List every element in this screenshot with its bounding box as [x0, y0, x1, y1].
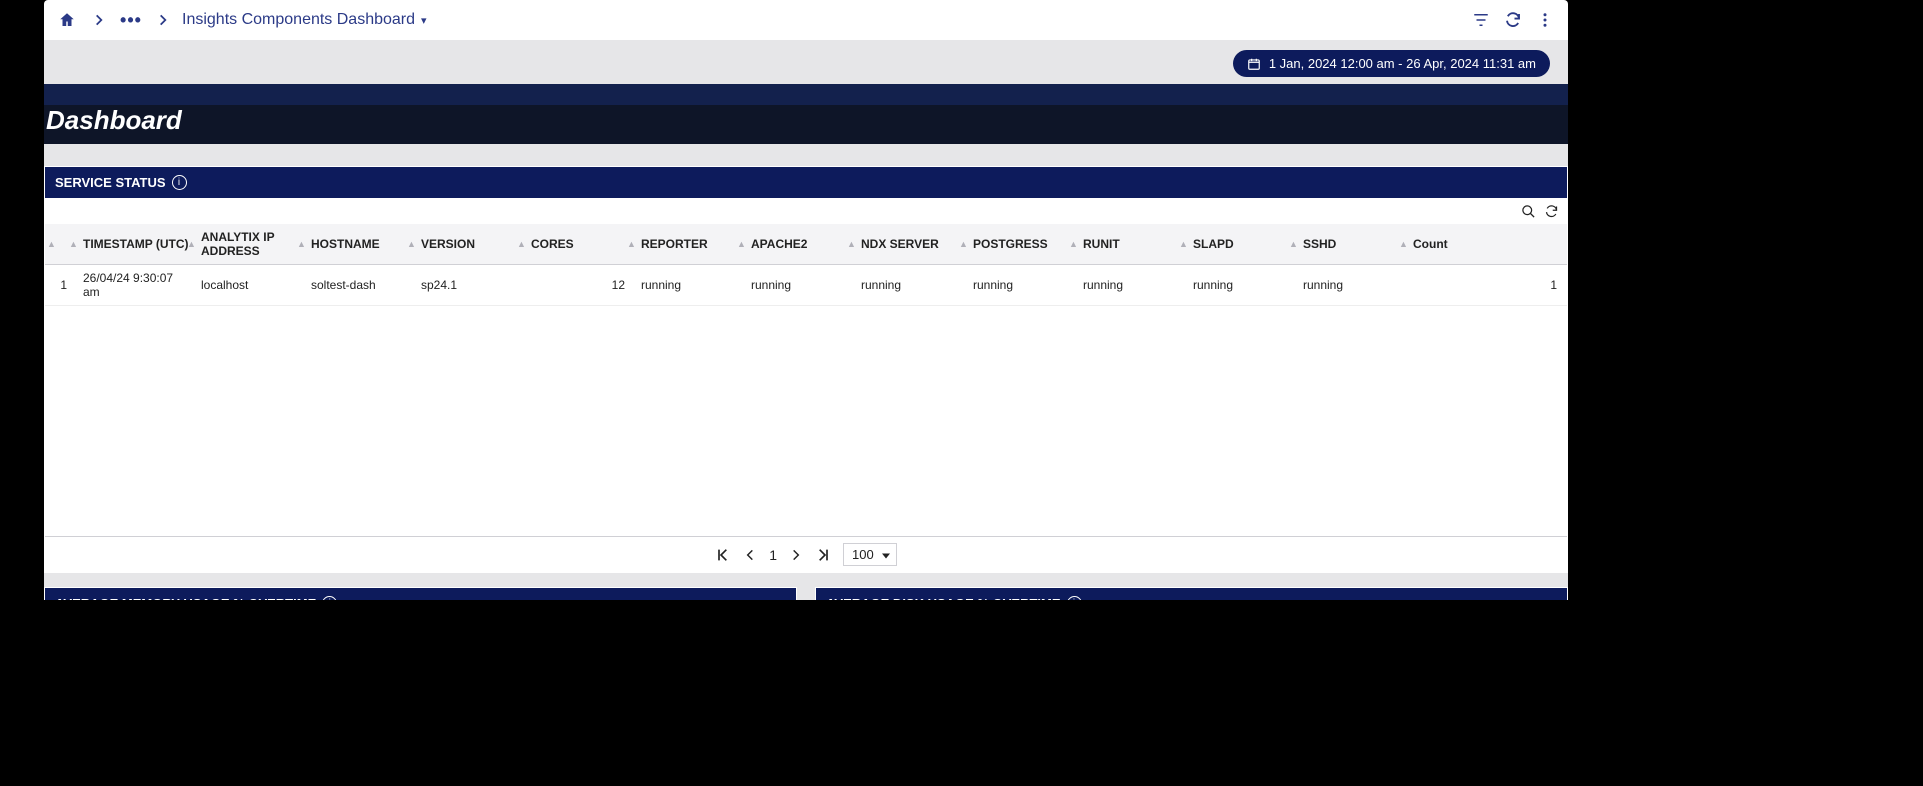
service-status-panel: SERVICE STATUS i [44, 166, 1568, 573]
col-postgress[interactable]: ▲POSTGRESS [967, 224, 1077, 265]
breadcrumb-bar: ••• Insights Components Dashboard ▾ [44, 0, 1568, 40]
memory-usage-header: AVERAGE MEMORY USAGE % OVERTIME i [45, 588, 796, 600]
table-empty-area [45, 306, 1567, 536]
cell-apache2: running [745, 265, 855, 306]
cell-runit: running [1077, 265, 1187, 306]
table-toolbar [45, 198, 1567, 224]
col-sshd[interactable]: ▲SSHD [1297, 224, 1407, 265]
date-range-picker[interactable]: 1 Jan, 2024 12:00 am - 26 Apr, 2024 11:3… [1233, 50, 1550, 77]
cell-sshd: running [1297, 265, 1407, 306]
cell-ndx: running [855, 265, 967, 306]
app-frame: ••• Insights Components Dashboard ▾ 1 Ja… [44, 0, 1568, 600]
page-prev-icon[interactable] [743, 548, 757, 562]
cell-slapd: running [1187, 265, 1297, 306]
service-status-table: ▲ ▲TIMESTAMP (UTC) ▲ANALYTIX IP ADDRESS … [45, 224, 1567, 306]
chevron-right-icon [150, 7, 176, 33]
cell-cores: 12 [525, 265, 635, 306]
search-icon[interactable] [1521, 204, 1536, 219]
breadcrumb-title[interactable]: Insights Components Dashboard ▾ [182, 11, 427, 29]
refresh-icon[interactable] [1500, 7, 1526, 33]
info-icon[interactable]: i [322, 596, 337, 600]
cell-version: sp24.1 [415, 265, 525, 306]
col-ip[interactable]: ▲ANALYTIX IP ADDRESS [195, 224, 305, 265]
col-apache2[interactable]: ▲APACHE2 [745, 224, 855, 265]
calendar-icon [1247, 57, 1261, 71]
page-size-select[interactable]: 100 [843, 543, 897, 566]
memory-usage-title: AVERAGE MEMORY USAGE % OVERTIME [55, 596, 316, 600]
memory-usage-panel: AVERAGE MEMORY USAGE % OVERTIME i [44, 587, 797, 600]
disk-usage-panel: AVERAGE DISK USAGE % OVERTIME i [815, 587, 1568, 600]
col-cores[interactable]: ▲CORES [525, 224, 635, 265]
info-icon[interactable]: i [172, 175, 187, 190]
date-range-text: 1 Jan, 2024 12:00 am - 26 Apr, 2024 11:3… [1269, 56, 1536, 71]
ellipsis-icon[interactable]: ••• [118, 7, 144, 33]
disk-usage-header: AVERAGE DISK USAGE % OVERTIME i [816, 588, 1567, 600]
cell-count: 1 [1407, 265, 1567, 306]
col-version[interactable]: ▲VERSION [415, 224, 525, 265]
cell-postgress: running [967, 265, 1077, 306]
pagination: 1 100 [45, 536, 1567, 572]
cell-ip: localhost [195, 265, 305, 306]
content-region: 1 Jan, 2024 12:00 am - 26 Apr, 2024 11:3… [44, 40, 1568, 600]
service-status-title: SERVICE STATUS [55, 175, 166, 190]
dashboard-title: Dashboard [46, 105, 182, 136]
more-vert-icon[interactable] [1532, 7, 1558, 33]
table-row[interactable]: 1 26/04/24 9:30:07 am localhost soltest-… [45, 265, 1567, 306]
page-first-icon[interactable] [715, 547, 731, 563]
breadcrumb-title-text: Insights Components Dashboard [182, 11, 415, 29]
page-last-icon[interactable] [815, 547, 831, 563]
table-refresh-icon[interactable] [1544, 204, 1559, 219]
page-number: 1 [769, 547, 777, 563]
col-runit[interactable]: ▲RUNIT [1077, 224, 1187, 265]
info-icon[interactable]: i [1067, 596, 1082, 600]
home-icon[interactable] [54, 7, 80, 33]
bottom-panel-row: AVERAGE MEMORY USAGE % OVERTIME i AVERAG… [44, 587, 1568, 600]
service-status-header: SERVICE STATUS i [45, 167, 1567, 198]
cell-idx: 1 [45, 265, 77, 306]
table-header-row: ▲ ▲TIMESTAMP (UTC) ▲ANALYTIX IP ADDRESS … [45, 224, 1567, 265]
col-hostname[interactable]: ▲HOSTNAME [305, 224, 415, 265]
page-size-value: 100 [852, 547, 874, 562]
dashboard-title-bar: Dashboard [44, 84, 1568, 144]
col-reporter[interactable]: ▲REPORTER [635, 224, 745, 265]
col-timestamp[interactable]: ▲TIMESTAMP (UTC) [77, 224, 195, 265]
disk-usage-title: AVERAGE DISK USAGE % OVERTIME [826, 596, 1061, 600]
col-ndx[interactable]: ▲NDX SERVER [855, 224, 967, 265]
chevron-right-icon [86, 7, 112, 33]
cell-timestamp: 26/04/24 9:30:07 am [77, 265, 195, 306]
cell-reporter: running [635, 265, 745, 306]
col-slapd[interactable]: ▲SLAPD [1187, 224, 1297, 265]
filter-icon[interactable] [1468, 7, 1494, 33]
dropdown-caret-icon: ▾ [421, 14, 427, 27]
page-next-icon[interactable] [789, 548, 803, 562]
col-count[interactable]: ▲Count [1407, 224, 1567, 265]
cell-hostname: soltest-dash [305, 265, 415, 306]
